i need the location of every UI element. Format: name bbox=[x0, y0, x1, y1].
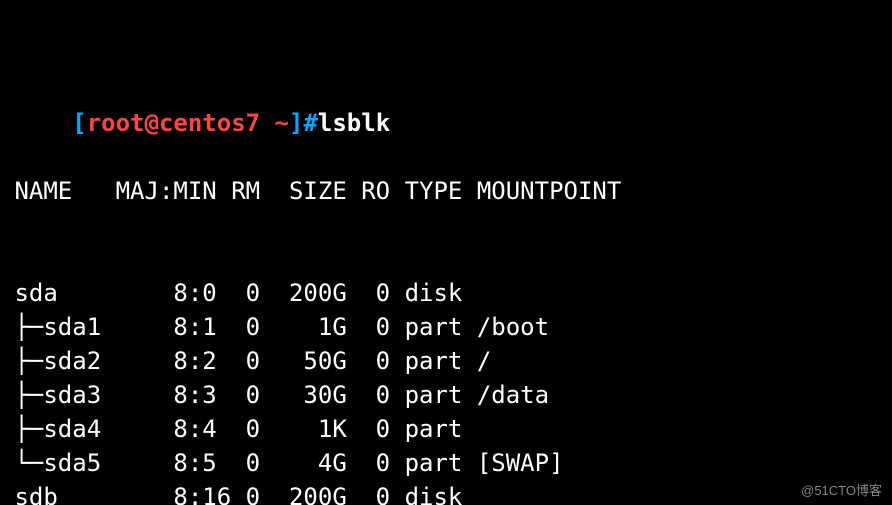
lsblk-row-sda5: └─sda5 8:5 0 4G 0 part [SWAP] bbox=[0, 446, 892, 480]
lsblk-header-row: NAME MAJ:MIN RM SIZE RO TYPE MOUNTPOINT bbox=[0, 174, 892, 208]
lsblk-row-text: sdb 8:16 0 200G 0 disk bbox=[0, 483, 477, 505]
lsblk-row-text: ├─sda4 8:4 0 1K 0 part bbox=[0, 415, 477, 443]
lsblk-row-sda: sda 8:0 0 200G 0 disk bbox=[0, 276, 892, 310]
lsblk-row-text: ├─sda2 8:2 0 50G 0 part / bbox=[0, 347, 491, 375]
lsblk-row-sda2: ├─sda2 8:2 0 50G 0 part / bbox=[0, 344, 892, 378]
lsblk-row-text: ├─sda3 8:3 0 30G 0 part /data bbox=[0, 381, 549, 409]
lsblk-row-text: ├─sda1 8:1 0 1G 0 part /boot bbox=[0, 313, 549, 341]
terminal-output[interactable]: [root@centos7 ~]#lsblk NAME MAJ:MIN RM S… bbox=[0, 0, 892, 505]
lsblk-row-sda3: ├─sda3 8:3 0 30G 0 part /data bbox=[0, 378, 892, 412]
watermark: @51CTO博客 bbox=[801, 480, 882, 499]
lsblk-row-sdb: sdb 8:16 0 200G 0 disk bbox=[0, 480, 892, 505]
lsblk-row-sda4: ├─sda4 8:4 0 1K 0 part bbox=[0, 412, 892, 446]
prompt-user-host: root@centos7 ~ bbox=[87, 109, 289, 137]
prompt-open-bracket: [ bbox=[72, 109, 86, 137]
lsblk-row-text: └─sda5 8:5 0 4G 0 part [SWAP] bbox=[0, 449, 564, 477]
prompt-close-bracket: ]# bbox=[289, 109, 318, 137]
lsblk-row-text: sda 8:0 0 200G 0 disk bbox=[0, 279, 477, 307]
command-input[interactable]: lsblk bbox=[318, 109, 390, 137]
prompt-line[interactable]: [root@centos7 ~]#lsblk bbox=[0, 72, 892, 106]
lsblk-row-sda1: ├─sda1 8:1 0 1G 0 part /boot bbox=[0, 310, 892, 344]
